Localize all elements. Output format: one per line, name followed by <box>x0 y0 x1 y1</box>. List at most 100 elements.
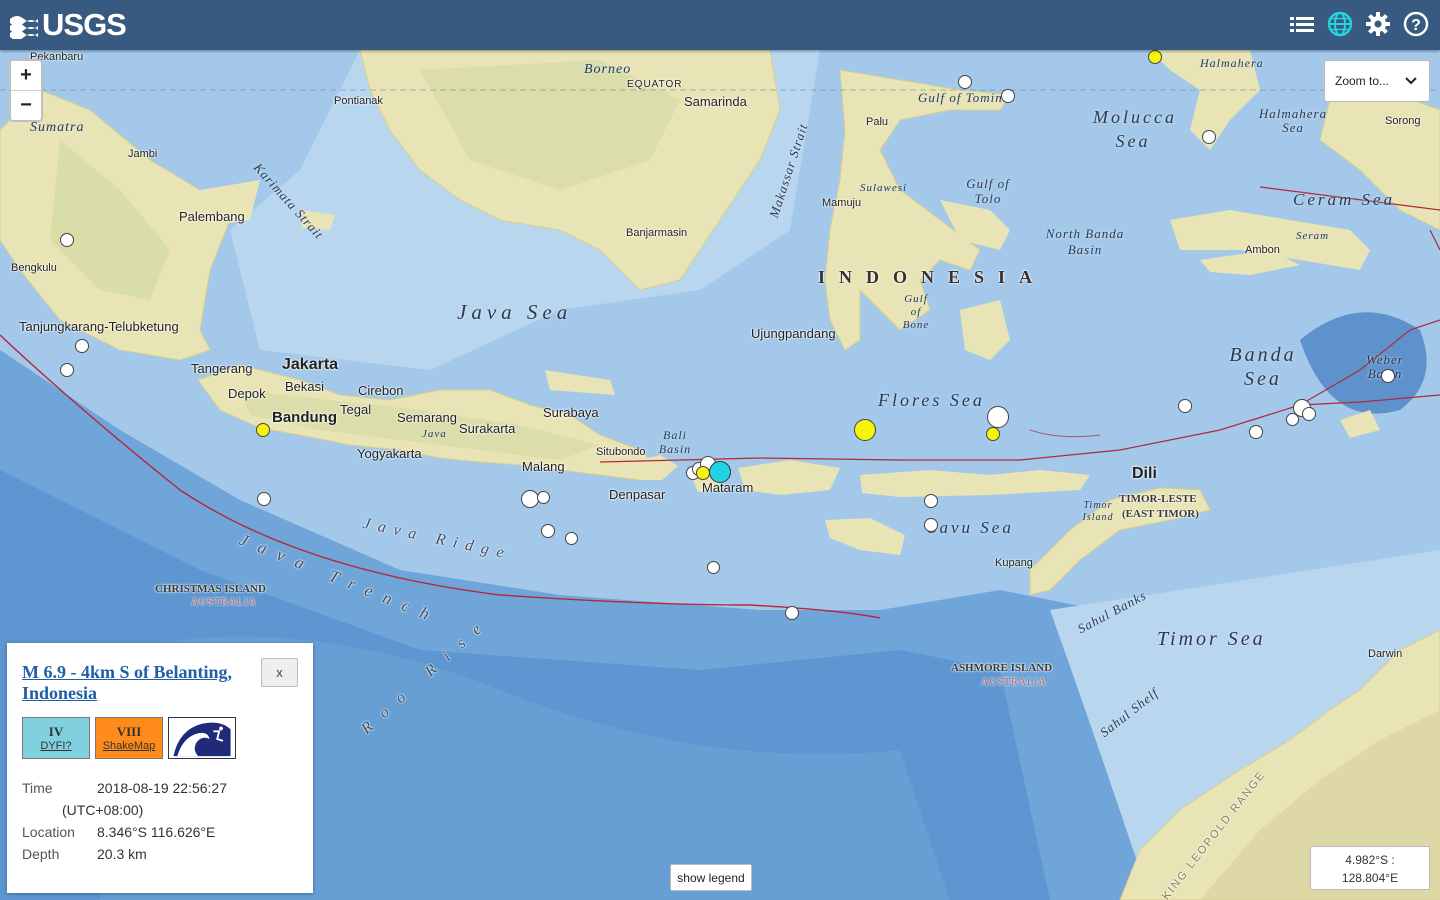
gear-icon[interactable] <box>1364 10 1392 38</box>
label-bekasi: Bekasi <box>285 379 325 394</box>
label-ceram-sea: Ceram Sea <box>1293 190 1396 209</box>
label-halmahera: Halmahera <box>1200 56 1264 70</box>
selected-earthquake-marker[interactable] <box>709 461 731 483</box>
earthquake-marker[interactable] <box>1202 130 1216 144</box>
close-button[interactable]: x <box>261 658 298 687</box>
label-situbondo: Situbondo <box>596 446 646 458</box>
coordinate-lon: 128.804°E <box>1341 871 1399 885</box>
label-east-timor: (EAST TIMOR) <box>1122 508 1199 520</box>
label-gulf-bone: Gulf of Bone <box>902 293 930 331</box>
earthquake-marker[interactable] <box>256 423 270 437</box>
logo-text: USGS <box>42 7 127 42</box>
earthquake-marker[interactable] <box>537 491 550 504</box>
earthquake-marker[interactable] <box>1302 407 1316 421</box>
label-timor-island: Timor Island <box>1082 500 1114 523</box>
location-value: 8.346°S 116.626°E <box>97 824 216 840</box>
time-value: 2018-08-19 22:56:27 <box>97 780 227 796</box>
label-timor-leste: TIMOR-LESTE <box>1119 493 1197 505</box>
label-malang: Malang <box>522 459 565 474</box>
earthquake-marker[interactable] <box>924 518 938 532</box>
event-title-link[interactable]: M 6.9 - 4km S of Belanting, Indonesia <box>22 662 252 704</box>
label-darwin: Darwin <box>1368 648 1403 660</box>
label-gulf-tolo: Gulf of Tolo <box>966 176 1010 206</box>
label-tanjungkarang: Tanjungkarang-Telubketung <box>19 319 179 334</box>
label-depok: Depok <box>228 386 266 401</box>
dyfi-level: IV <box>48 724 64 739</box>
earthquake-marker[interactable] <box>987 406 1009 428</box>
earthquake-marker[interactable] <box>75 339 89 353</box>
earthquake-marker[interactable] <box>707 561 720 574</box>
globe-icon[interactable] <box>1326 10 1354 38</box>
earthquake-marker[interactable] <box>1381 369 1395 383</box>
label-gulf-tomini: Gulf of Tomini <box>918 90 1008 105</box>
label-sumatra: Sumatra <box>30 120 85 135</box>
label-samarinda: Samarinda <box>684 94 747 109</box>
label-banjarmasin: Banjarmasin <box>626 227 688 239</box>
earthquake-marker[interactable] <box>958 75 972 89</box>
earthquake-marker[interactable] <box>1001 89 1015 103</box>
zoom-out-button[interactable]: − <box>11 90 41 120</box>
label-tegal: Tegal <box>340 402 372 417</box>
shakemap-badge[interactable]: VIII ShakeMap <box>95 717 163 759</box>
label-palembang: Palembang <box>179 209 245 224</box>
list-icon[interactable] <box>1288 10 1316 38</box>
earthquake-marker[interactable] <box>60 233 74 247</box>
label-christmas-island: CHRISTMAS ISLAND <box>155 583 266 595</box>
zoom-in-button[interactable]: + <box>11 61 41 90</box>
coordinate-readout: 4.982°S : 128.804°E <box>1310 846 1430 890</box>
show-legend-button[interactable]: show legend <box>670 864 752 891</box>
label-jambi: Jambi <box>128 148 158 160</box>
earthquake-marker[interactable] <box>1178 399 1192 413</box>
earthquake-marker[interactable] <box>986 427 1000 441</box>
label-sorong: Sorong <box>1385 115 1421 127</box>
label-sulawesi: Sulawesi <box>860 182 908 194</box>
label-mamuju: Mamuju <box>822 197 862 209</box>
label-java-sea: Java Sea <box>457 300 573 324</box>
earthquake-marker[interactable] <box>257 492 271 506</box>
zoom-to-label: Zoom to... <box>1335 74 1390 88</box>
earthquake-marker[interactable] <box>565 532 578 545</box>
location-label: Location <box>22 824 75 840</box>
label-bengkulu: Bengkulu <box>11 262 57 274</box>
earthquake-marker[interactable] <box>60 363 74 377</box>
label-flores-sea: Flores Sea <box>878 390 985 410</box>
earthquake-marker[interactable] <box>1148 50 1162 64</box>
shakemap-label: ShakeMap <box>102 740 156 752</box>
dyfi-label: DYFI? <box>40 740 72 752</box>
usgs-wave-icon <box>10 16 38 39</box>
label-denpasar: Denpasar <box>609 487 666 502</box>
depth-value: 20.3 km <box>97 846 147 862</box>
label-banda-sea: Banda Sea <box>1229 344 1297 390</box>
top-bar: USGS ? <box>0 0 1440 50</box>
label-timor-sea: Timor Sea <box>1157 628 1266 650</box>
earthquake-marker[interactable] <box>541 524 555 538</box>
label-cirebon: Cirebon <box>358 383 404 398</box>
earthquake-marker[interactable] <box>1286 413 1299 426</box>
zoom-control: + − <box>9 59 43 122</box>
label-mataram: Mataram <box>702 480 754 495</box>
label-tangerang: Tangerang <box>191 361 253 376</box>
help-icon[interactable]: ? <box>1402 10 1430 38</box>
earthquake-marker[interactable] <box>924 494 938 508</box>
label-yogyakarta: Yogyakarta <box>357 446 422 461</box>
label-semarang: Semarang <box>397 410 457 425</box>
earthquake-marker[interactable] <box>696 466 710 480</box>
label-ashmore-island: ASHMORE ISLAND <box>951 662 1053 674</box>
usgs-logo[interactable]: USGS <box>10 7 127 42</box>
label-christmas-australia: AUSTRALIA <box>191 597 257 608</box>
chevron-down-icon <box>1405 77 1417 85</box>
earthquake-marker[interactable] <box>1249 425 1263 439</box>
earthquake-marker[interactable] <box>785 606 799 620</box>
label-bandung: Bandung <box>272 409 337 426</box>
label-palu: Palu <box>866 116 889 128</box>
svg-text:?: ? <box>1411 17 1421 34</box>
event-summary-card: M 6.9 - 4km S of Belanting, Indonesia x … <box>7 643 313 893</box>
label-seram: Seram <box>1296 230 1330 242</box>
tsunami-icon[interactable] <box>168 717 236 759</box>
time-label: Time <box>22 780 53 796</box>
label-java: Java <box>422 428 447 440</box>
label-ashmore-australia: AUSTRALIA <box>981 677 1047 688</box>
zoom-to-dropdown[interactable]: Zoom to... <box>1324 60 1430 102</box>
earthquake-marker[interactable] <box>854 419 876 441</box>
dyfi-badge[interactable]: IV DYFI? <box>22 717 90 759</box>
